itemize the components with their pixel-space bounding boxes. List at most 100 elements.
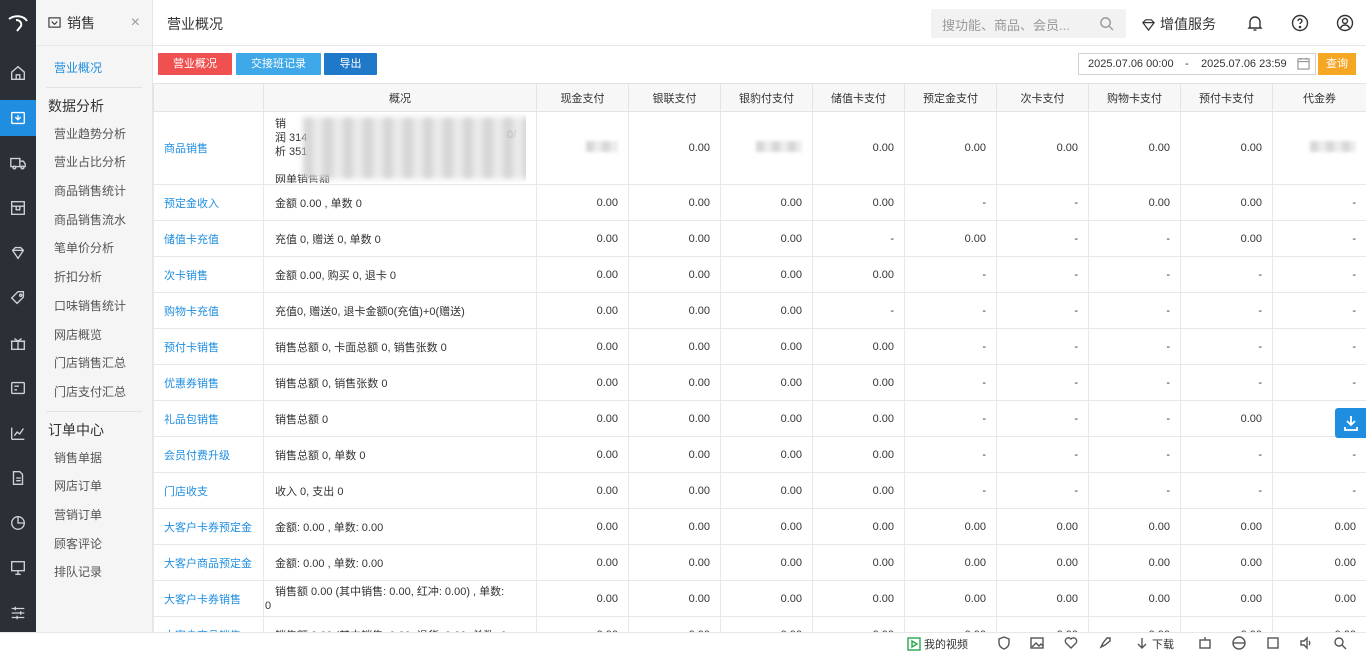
row-name-link[interactable]: 商品销售 <box>154 112 264 185</box>
value-cell: - <box>1273 293 1366 329</box>
row-name-link[interactable]: 次卡销售 <box>154 257 264 293</box>
row-name-link[interactable]: 礼品包销售 <box>154 401 264 437</box>
image-icon[interactable] <box>1030 636 1044 650</box>
sidebar-item[interactable]: 营业占比分析 <box>36 148 152 177</box>
home-icon[interactable] <box>0 55 36 91</box>
table-row: 大客户商品预定金金额: 0.00 , 单数: 0.000.000.000.000… <box>154 545 1366 581</box>
diamond-icon[interactable] <box>0 235 36 271</box>
value-cell: 0.00 <box>537 401 629 437</box>
query-button[interactable]: 查询 <box>1318 53 1356 75</box>
value-cell: 0.00 <box>721 581 813 617</box>
sidebar-item[interactable]: 商品销售统计 <box>36 177 152 206</box>
bell-icon[interactable] <box>1246 14 1264 32</box>
search-icon[interactable] <box>1099 16 1114 31</box>
sidebar-item[interactable]: 网店订单 <box>36 472 152 501</box>
sidebar-item[interactable]: 顾客评论 <box>36 530 152 559</box>
calendar-icon[interactable] <box>1297 57 1310 70</box>
row-name-link[interactable]: 购物卡充值 <box>154 293 264 329</box>
overview-button[interactable]: 营业概况 <box>158 53 232 75</box>
value-cell: 0.00 <box>721 185 813 221</box>
value-cell: 0.00 <box>537 257 629 293</box>
shift-records-button[interactable]: 交接班记录 <box>236 53 321 75</box>
sidebar-item[interactable]: 销售单据 <box>36 444 152 473</box>
window-icon[interactable] <box>1266 636 1280 650</box>
app-logo[interactable] <box>0 0 36 46</box>
document-icon[interactable] <box>0 460 36 496</box>
settings-icon[interactable] <box>0 595 36 631</box>
value-cell: - <box>905 293 997 329</box>
value-cell: - <box>997 257 1089 293</box>
row-name-link[interactable]: 大客户卡券销售 <box>154 581 264 617</box>
table-row: 门店收支收入 0, 支出 00.000.000.000.00----- <box>154 473 1366 509</box>
row-name-link[interactable]: 大客户商品销售 <box>154 617 264 633</box>
robot-icon[interactable] <box>1198 636 1212 650</box>
value-cell: - <box>997 329 1089 365</box>
sidebar-item[interactable]: 排队记录 <box>36 558 152 587</box>
shield-icon[interactable] <box>997 636 1011 650</box>
row-name-link[interactable]: 预定金收入 <box>154 185 264 221</box>
chart-icon[interactable] <box>0 415 36 451</box>
sidebar-item[interactable]: 商品销售流水 <box>36 206 152 235</box>
tag-icon[interactable] <box>0 280 36 316</box>
value-cell: 0.00 <box>813 545 905 581</box>
truck-icon[interactable] <box>0 145 36 181</box>
column-header: 预定金支付 <box>905 84 997 112</box>
row-name-link[interactable]: 预付卡销售 <box>154 329 264 365</box>
close-icon[interactable]: × <box>131 14 140 32</box>
monitor-icon[interactable] <box>0 550 36 586</box>
value-cell: 0.00 <box>813 365 905 401</box>
gift-icon[interactable] <box>0 325 36 361</box>
inventory-icon[interactable] <box>0 190 36 226</box>
value-cell: 0.00 <box>721 545 813 581</box>
user-icon[interactable] <box>1336 14 1354 32</box>
sidebar-item[interactable]: 笔单价分析 <box>36 234 152 263</box>
table-row: 优惠券销售销售总额 0, 销售张数 00.000.000.000.00----- <box>154 365 1366 401</box>
value-cell: 0.00 <box>629 293 721 329</box>
row-name-link[interactable]: 大客户卡券预定金 <box>154 509 264 545</box>
row-name-link[interactable]: 储值卡充值 <box>154 221 264 257</box>
download-float-button[interactable] <box>1335 408 1366 438</box>
sidebar-item[interactable]: 门店销售汇总 <box>36 349 152 378</box>
heart-icon[interactable] <box>1064 636 1078 650</box>
sales-icon[interactable] <box>0 100 36 136</box>
sidebar-item[interactable]: 折扣分析 <box>36 263 152 292</box>
sidebar-item[interactable]: 营业趋势分析 <box>36 120 152 149</box>
value-service-button[interactable]: 增值服务 <box>1141 14 1216 34</box>
value-cell: - <box>905 365 997 401</box>
value-cell: 0.00 <box>629 473 721 509</box>
export-button[interactable]: 导出 <box>324 53 377 75</box>
row-name-link[interactable]: 会员付费升级 <box>154 437 264 473</box>
search-input[interactable]: 搜功能、商品、会员... <box>931 9 1126 38</box>
volume-icon[interactable] <box>1299 636 1313 650</box>
date-range-picker[interactable]: 2025.07.06 00:00 - 2025.07.06 23:59 <box>1078 53 1316 75</box>
row-name-link[interactable]: 优惠券销售 <box>154 365 264 401</box>
search-icon[interactable] <box>1333 636 1347 650</box>
help-icon[interactable] <box>1291 14 1309 32</box>
table-row: 大客户卡券预定金金额: 0.00 , 单数: 0.000.000.000.000… <box>154 509 1366 545</box>
redacted-blur <box>303 117 526 179</box>
row-name-link[interactable]: 门店收支 <box>154 473 264 509</box>
value-cell: - <box>1181 293 1273 329</box>
value-cell: 0.00 <box>813 401 905 437</box>
sidebar-item-overview[interactable]: 营业概况 <box>36 54 152 83</box>
value-cell: 0.00 <box>721 221 813 257</box>
browser-icon[interactable] <box>1232 636 1246 650</box>
sidebar-item[interactable]: 口味销售统计 <box>36 292 152 321</box>
my-video-label: 我的视频 <box>924 636 968 652</box>
date-end[interactable]: 2025.07.06 23:59 <box>1201 54 1287 74</box>
card-icon[interactable] <box>0 370 36 406</box>
sidebar: 销售 × 营业概况 数据分析 营业趋势分析 营业占比分析 商品销售统计 商品销售… <box>36 0 153 632</box>
value-cell: 0.00 <box>905 545 997 581</box>
download-button[interactable]: 下载 <box>1135 636 1174 652</box>
my-video-button[interactable]: 我的视频 <box>907 636 968 652</box>
value-cell: 0.00 <box>721 401 813 437</box>
rocket-icon[interactable] <box>1098 636 1112 650</box>
overview-cell: 金额: 0.00 , 单数: 0.00 <box>264 545 537 581</box>
pie-icon[interactable] <box>0 505 36 541</box>
date-start[interactable]: 2025.07.06 00:00 <box>1088 54 1174 74</box>
row-name-link[interactable]: 大客户商品预定金 <box>154 545 264 581</box>
value-cell: - <box>997 221 1089 257</box>
sidebar-item[interactable]: 门店支付汇总 <box>36 378 152 407</box>
sidebar-item[interactable]: 网店概览 <box>36 321 152 350</box>
sidebar-item[interactable]: 营销订单 <box>36 501 152 530</box>
